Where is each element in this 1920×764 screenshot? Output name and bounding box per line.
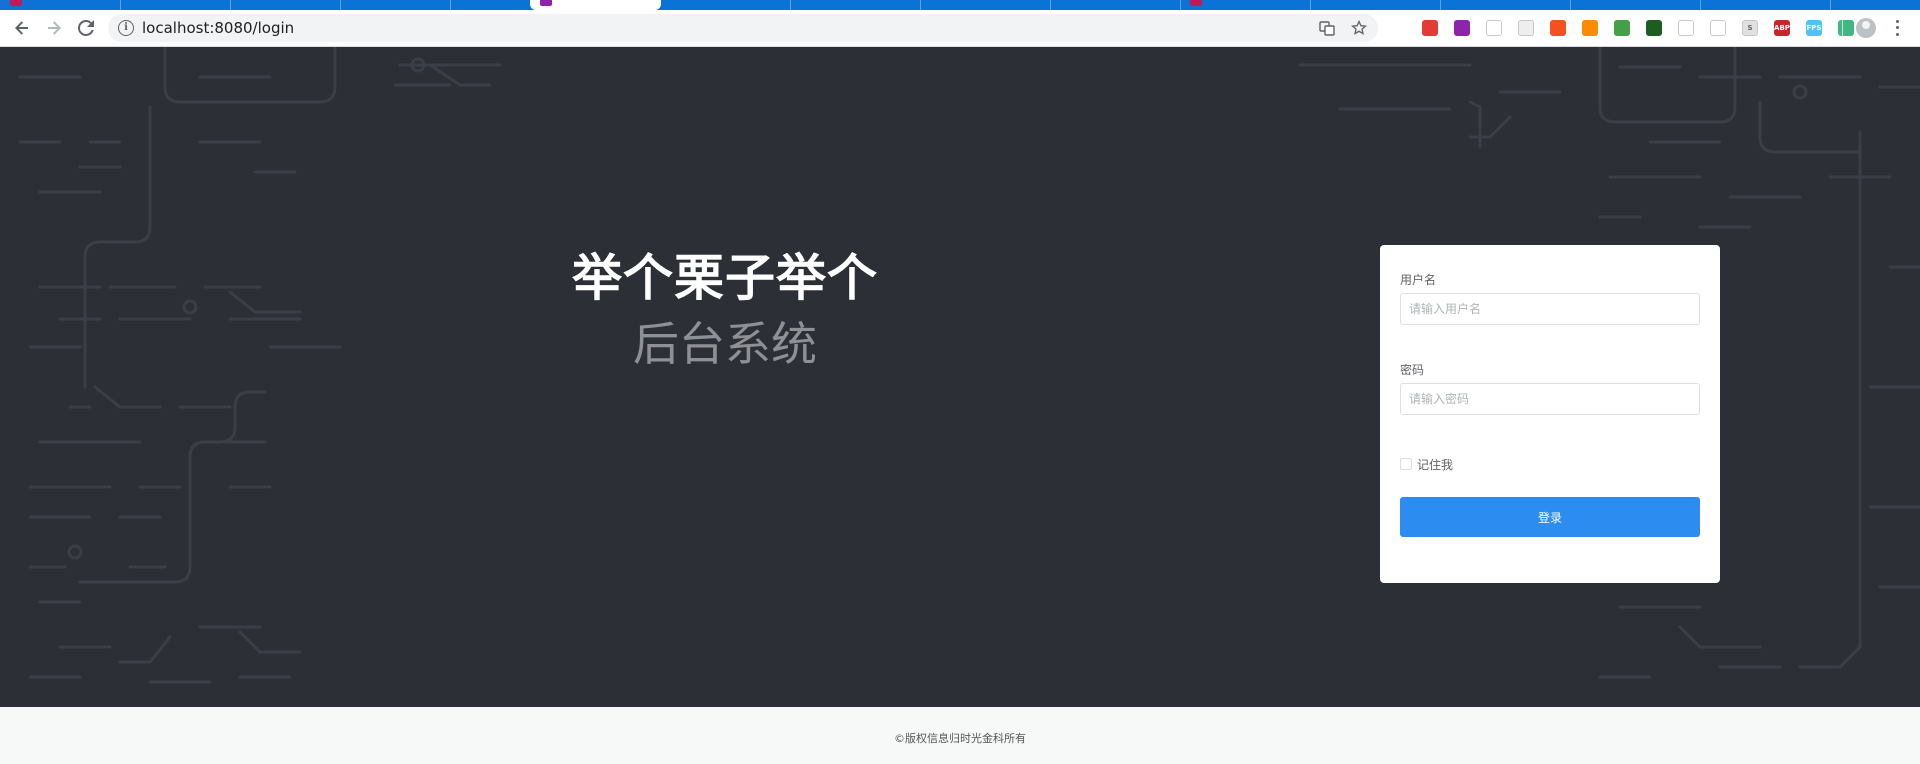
ext-s-icon[interactable]: S [1742, 20, 1758, 36]
brand-block: 举个栗子举个 后台系统 [500, 247, 950, 375]
ext-green-square-icon[interactable] [1646, 20, 1662, 36]
browser-tab[interactable] [1180, 0, 1311, 10]
login-card: 用户名 密码 记住我 登录 [1380, 245, 1720, 583]
ext-filter-icon[interactable] [1710, 20, 1726, 36]
remember-me-checkbox[interactable]: 记住我 [1400, 456, 1453, 472]
browser-tab[interactable] [920, 0, 1051, 10]
browser-tab[interactable] [230, 0, 341, 10]
tab-favicon-icon [10, 0, 22, 6]
brand-title: 举个栗子举个 [572, 249, 878, 307]
checkbox-box[interactable] [1400, 458, 1412, 470]
browser-tabstrip [0, 0, 1920, 10]
browser-tab[interactable] [1440, 0, 1571, 10]
browser-menu-icon[interactable] [1890, 18, 1904, 38]
page-footer: ©版权信息归时光金科所有 [0, 707, 1920, 764]
forward-arrow-icon[interactable] [42, 16, 66, 40]
ext-purple-icon[interactable] [1454, 20, 1470, 36]
remember-me-label: 记住我 [1417, 457, 1454, 472]
brand-subtitle: 后台系统 [633, 317, 817, 371]
browser-tab[interactable] [1310, 0, 1441, 10]
browser-tab[interactable] [790, 0, 921, 10]
ext-tree-icon[interactable] [1678, 20, 1694, 36]
browser-toolbar: i S ABP FPS [0, 10, 1920, 47]
back-arrow-icon[interactable] [10, 16, 34, 40]
toolbar-separator [1842, 20, 1843, 36]
info-icon[interactable]: i [118, 20, 134, 36]
browser-tab[interactable] [660, 0, 791, 10]
address-bar[interactable]: i [108, 14, 1378, 42]
ext-orange-icon[interactable] [1550, 20, 1566, 36]
browser-tab[interactable] [340, 0, 451, 10]
url-input[interactable] [142, 14, 1242, 42]
ext-abp-icon[interactable]: ABP [1774, 20, 1790, 36]
ext-grid-icon[interactable] [1518, 20, 1534, 36]
browser-tab[interactable] [1050, 0, 1181, 10]
password-label: 密码 [1400, 363, 1425, 377]
browser-tab[interactable] [1700, 0, 1831, 10]
password-input[interactable] [1400, 383, 1700, 415]
copyright-text: ©版权信息归时光金科所有 [894, 732, 1026, 745]
login-button[interactable]: 登录 [1400, 497, 1700, 537]
ext-vue-icon[interactable] [1838, 20, 1854, 36]
tab-favicon-icon [1190, 0, 1202, 6]
browser-tab[interactable] [1570, 0, 1701, 10]
ext-fps-icon[interactable]: FPS [1806, 20, 1822, 36]
reload-icon[interactable] [74, 16, 98, 40]
ext-green-cube-icon[interactable] [1614, 20, 1630, 36]
username-input[interactable] [1400, 293, 1700, 325]
ext-pinwheel-icon[interactable] [1486, 20, 1502, 36]
login-page-background: 举个栗子举个 后台系统 用户名 密码 记住我 登录 [0, 47, 1920, 707]
browser-tab[interactable] [0, 0, 121, 10]
browser-tab-active[interactable] [530, 0, 661, 10]
browser-tab[interactable] [120, 0, 231, 10]
profile-avatar-icon[interactable] [1856, 18, 1876, 38]
ext-orange-x-icon[interactable] [1582, 20, 1598, 36]
star-icon[interactable] [1350, 19, 1368, 37]
username-label: 用户名 [1400, 273, 1437, 287]
tab-favicon-icon [540, 0, 552, 6]
translate-icon[interactable] [1318, 19, 1336, 37]
ext-red-icon[interactable] [1422, 20, 1438, 36]
